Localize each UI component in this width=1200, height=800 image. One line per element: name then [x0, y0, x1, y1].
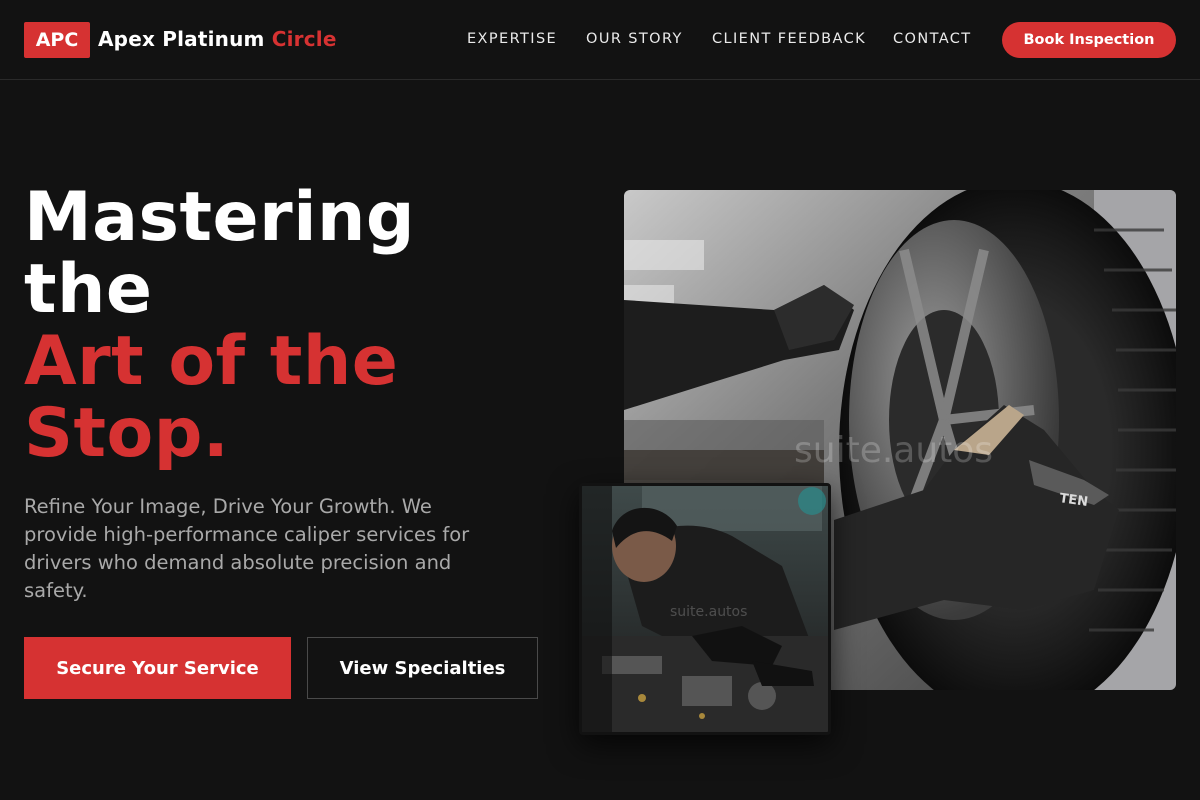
- secure-service-button[interactable]: Secure Your Service: [24, 637, 291, 699]
- mechanic-photo-illustration: [582, 486, 828, 732]
- headline-line-2: the: [24, 250, 153, 329]
- headline-line-4: Stop.: [24, 394, 230, 473]
- nav-link-expertise[interactable]: EXPERTISE: [467, 31, 557, 47]
- hero-subtitle: Refine Your Image, Drive Your Growth. We…: [24, 495, 470, 602]
- view-specialties-button[interactable]: View Specialties: [307, 637, 538, 699]
- brand-name[interactable]: Apex Platinum Circle: [98, 27, 337, 51]
- brand-name-accent: Circle: [271, 27, 337, 51]
- nav-link-contact[interactable]: CONTACT: [893, 31, 972, 47]
- nav-link-client-feedback[interactable]: CLIENT FEEDBACK: [712, 31, 866, 47]
- headline-line-1: Mastering: [24, 178, 416, 257]
- hero-headline: Mastering the Art of the Stop.: [24, 182, 415, 470]
- book-inspection-button[interactable]: Book Inspection: [1002, 22, 1176, 58]
- brand-name-main: Apex Platinum: [98, 27, 265, 51]
- nav-link-our-story[interactable]: OUR STORY: [586, 31, 683, 47]
- logo-badge[interactable]: APC: [24, 22, 90, 58]
- top-navbar: APC Apex Platinum Circle EXPERTISE OUR S…: [0, 0, 1200, 80]
- hero-photo-mechanic: suite.autos: [579, 483, 831, 735]
- headline-line-3: Art of the: [24, 322, 399, 401]
